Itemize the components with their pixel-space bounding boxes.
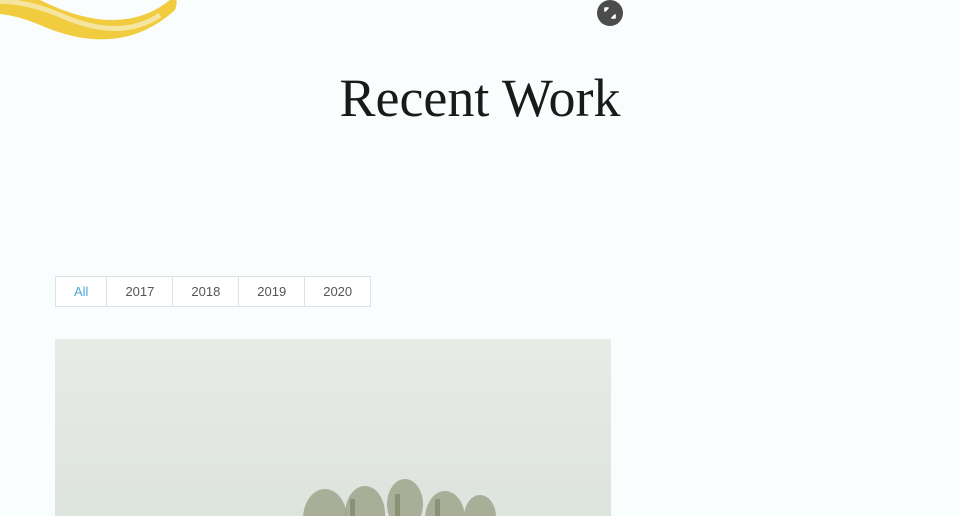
- filter-tab-all[interactable]: All: [55, 276, 107, 307]
- filter-tab-2019[interactable]: 2019: [238, 276, 305, 307]
- filter-tab-2017[interactable]: 2017: [106, 276, 173, 307]
- filter-tab-2018[interactable]: 2018: [172, 276, 239, 307]
- resize-icon: [603, 6, 617, 20]
- resize-handle[interactable]: [597, 0, 623, 26]
- brush-decoration: [0, 0, 200, 90]
- portfolio-filter-bar: All 2017 2018 2019 2020: [55, 276, 371, 307]
- portfolio-item-image[interactable]: [55, 339, 611, 516]
- filter-tab-2020[interactable]: 2020: [304, 276, 371, 307]
- page-title: Recent Work: [339, 67, 620, 129]
